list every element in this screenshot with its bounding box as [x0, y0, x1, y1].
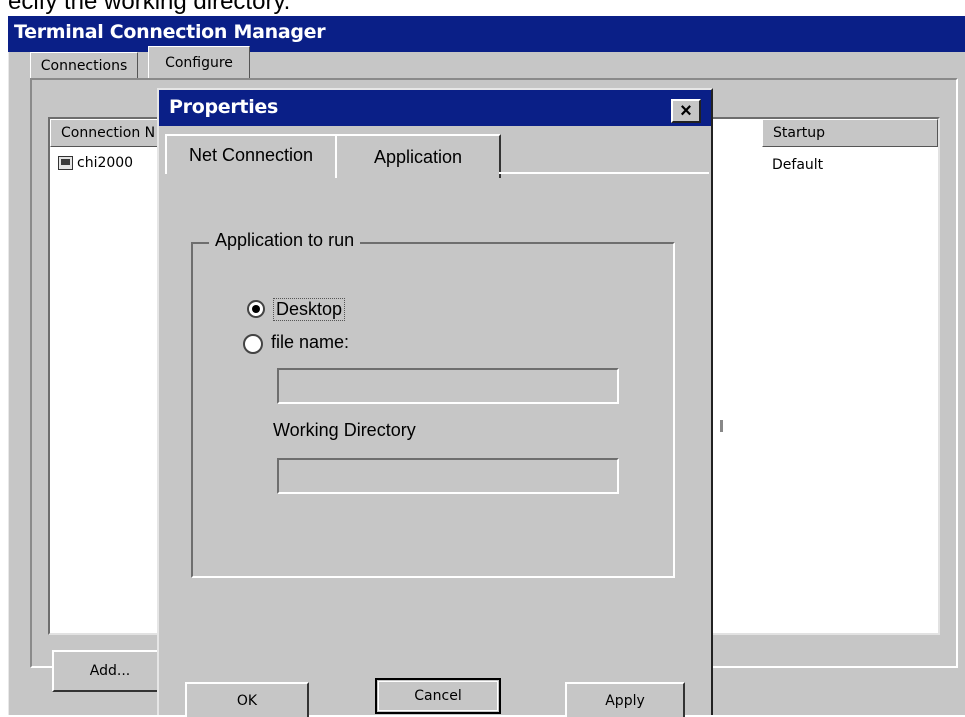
properties-dialog: Properties × Net Connection Application … [157, 88, 713, 717]
cancel-button[interactable]: Cancel [375, 678, 501, 714]
add-button[interactable]: Add... [52, 650, 168, 692]
column-header-startup[interactable]: Startup [762, 119, 938, 147]
close-icon: × [680, 100, 692, 122]
application-groupbox [191, 242, 675, 578]
close-button[interactable]: × [671, 99, 701, 123]
working-directory-label: Working Directory [273, 420, 416, 440]
working-directory-field-box [277, 458, 619, 494]
tab-application[interactable]: Application [335, 134, 501, 178]
file-name-field-box [277, 368, 619, 404]
tab-configure[interactable]: Configure [148, 46, 250, 79]
dialog-title: Properties [169, 96, 278, 118]
file-name-radio[interactable] [243, 334, 263, 354]
add-button-label: Add... [89, 663, 131, 679]
tab-divider [499, 172, 709, 174]
tab-connections[interactable]: Connections [30, 52, 138, 79]
main-window-title: Terminal Connection Manager [14, 21, 326, 43]
dialog-titlebar: Properties × [159, 90, 711, 126]
radio-selected-dot [252, 305, 260, 313]
desktop-radio-label[interactable]: Desktop [273, 298, 346, 321]
partial-caption: ecify the working directory. [8, 0, 291, 14]
apply-button[interactable]: Apply [565, 682, 685, 717]
startup-cell: Default [772, 157, 824, 173]
divider [720, 420, 723, 432]
file-name-radio-label[interactable]: file name: [271, 332, 349, 353]
desktop-radio[interactable] [247, 300, 265, 318]
list-item[interactable]: chi2000 [58, 155, 133, 171]
groupbox-label: Application to run [209, 230, 361, 251]
file-name-input[interactable] [279, 370, 617, 402]
computer-icon [58, 156, 73, 170]
tab-net-connection[interactable]: Net Connection [165, 134, 337, 174]
ok-button[interactable]: OK [185, 682, 309, 717]
working-directory-input[interactable] [279, 460, 617, 492]
connection-name-cell: chi2000 [77, 155, 134, 171]
